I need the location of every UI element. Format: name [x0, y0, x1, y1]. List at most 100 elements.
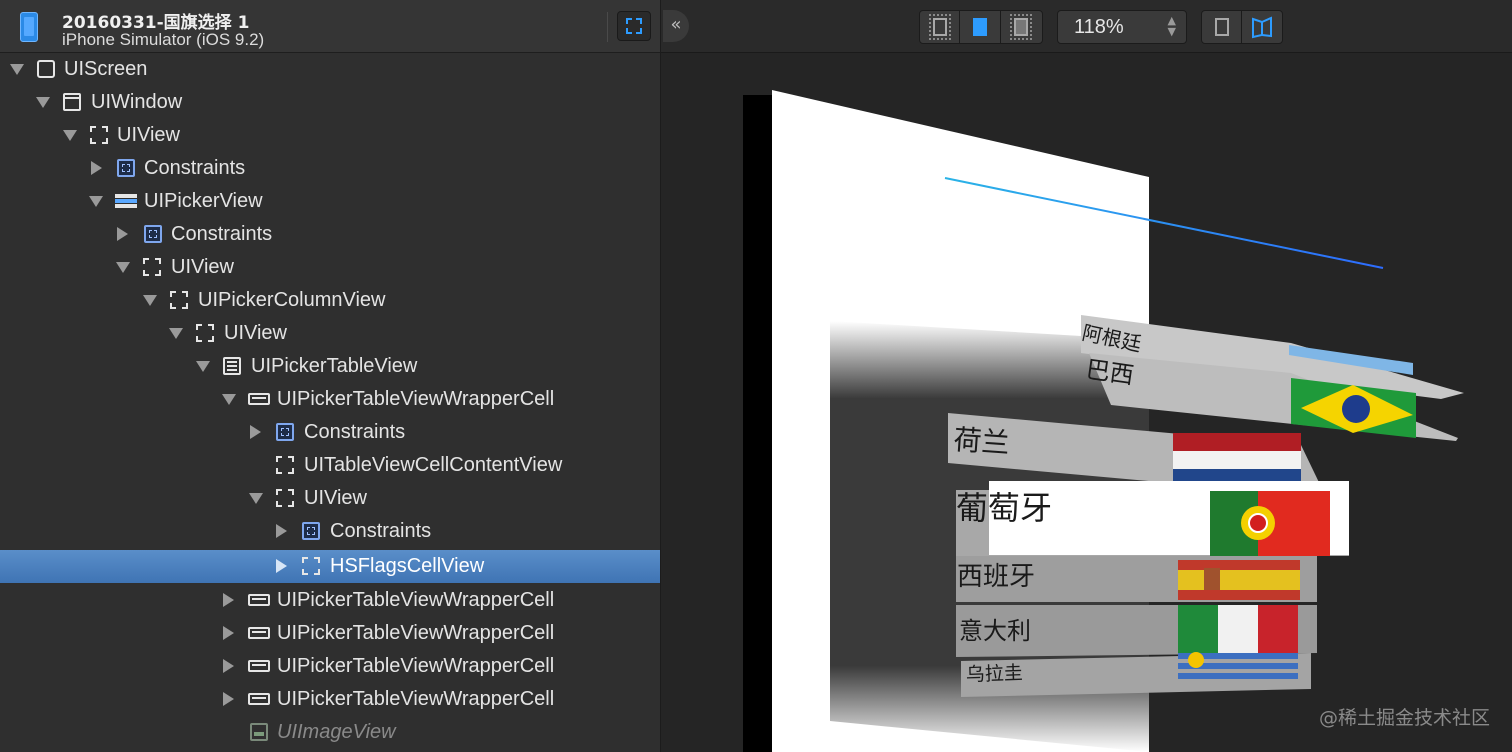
flag-italy-red	[1258, 605, 1298, 653]
tree-row[interactable]: UIView	[0, 482, 660, 515]
flat-view-button[interactable]	[1202, 11, 1243, 43]
flag-netherlands-white	[1173, 451, 1301, 469]
flag-netherlands-red	[1173, 433, 1301, 451]
tree-row[interactable]: UIWindow	[0, 86, 660, 119]
tree-row-label: UIPickerTableView	[251, 355, 418, 377]
tree-row-label: Constraints	[304, 421, 406, 443]
country-label: 西班牙	[957, 562, 1035, 592]
table-cell-icon	[248, 660, 270, 672]
flag-spain-yellow	[1178, 570, 1300, 590]
disclosure-triangle-icon[interactable]	[250, 425, 261, 439]
disclosure-triangle-icon[interactable]	[63, 130, 77, 141]
tree-row[interactable]: UIView	[0, 251, 660, 284]
tree-row[interactable]: UITableViewCellContentView	[0, 449, 660, 482]
disclosure-triangle-icon[interactable]	[249, 493, 263, 504]
tree-row-label: UIPickerTableViewWrapperCell	[277, 655, 555, 677]
tree-row-selected[interactable]: HSFlagsCellView	[0, 550, 660, 583]
tree-row[interactable]: UIPickerTableViewWrapperCell	[0, 383, 660, 416]
3d-view-button[interactable]	[1242, 11, 1282, 43]
tree-row[interactable]: Constraints	[0, 416, 660, 449]
disclosure-triangle-icon[interactable]	[276, 559, 287, 573]
disclosure-triangle-icon[interactable]	[91, 161, 102, 175]
tree-row-label: Constraints	[330, 520, 432, 542]
wireframe-contents-icon	[1010, 14, 1033, 40]
3d-view-canvas[interactable]: 阿根廷 巴西 荷兰 葡萄牙 西班牙 意大利 乌拉圭 @稀土掘金技术社区	[661, 53, 1512, 752]
tree-row-label: UIPickerTableViewWrapperCell	[277, 388, 555, 410]
disclosure-triangle-icon[interactable]	[196, 361, 210, 372]
disclosure-triangle-icon[interactable]	[143, 295, 157, 306]
tree-row[interactable]: UIView	[0, 317, 660, 350]
tree-row[interactable]: UIPickerTableView	[0, 350, 660, 383]
tree-row[interactable]: Constraints	[0, 515, 660, 548]
disclosure-triangle-icon[interactable]	[223, 692, 234, 706]
orientation-segmented-control	[1201, 10, 1283, 44]
disclosure-triangle-icon[interactable]	[223, 659, 234, 673]
tree-row[interactable]: UIPickerTableViewWrapperCell	[0, 584, 660, 617]
tree-row-label: UIView	[224, 322, 287, 344]
tree-row-label: Constraints	[171, 223, 273, 245]
country-label: 乌拉圭	[965, 662, 1023, 686]
disclosure-triangle-icon[interactable]	[169, 328, 183, 339]
view-icon	[196, 324, 214, 342]
tree-row-label: UIScreen	[64, 58, 148, 80]
flag-uruguay-sun	[1188, 652, 1204, 668]
window-layer[interactable]	[743, 95, 773, 752]
tree-row[interactable]: UIPickerTableViewWrapperCell	[0, 617, 660, 650]
tree-row[interactable]: UIPickerTableViewWrapperCell	[0, 683, 660, 716]
country-label: 荷兰	[953, 423, 1011, 460]
image-view-icon	[250, 723, 268, 741]
tree-row-label: UIPickerColumnView	[198, 289, 386, 311]
tree-row[interactable]: UIPickerView	[0, 185, 660, 218]
constraints-icon	[276, 423, 294, 441]
table-cell-icon	[248, 594, 270, 606]
tree-row-label: UIView	[171, 256, 234, 278]
tree-row[interactable]: Constraints	[0, 218, 660, 251]
tree-row[interactable]: UIView	[0, 119, 660, 152]
view-icon	[143, 258, 161, 276]
table-cell-icon	[248, 393, 270, 405]
disclosure-triangle-icon[interactable]	[223, 593, 234, 607]
flag-spain-emblem	[1204, 568, 1220, 590]
country-label: 葡萄牙	[956, 489, 1052, 527]
tree-row[interactable]: UIPickerTableViewWrapperCell	[0, 650, 660, 683]
contents-icon	[973, 18, 988, 36]
tree-row-label: Constraints	[144, 157, 246, 179]
disclosure-triangle-icon[interactable]	[223, 626, 234, 640]
picker-view-icon	[115, 192, 137, 210]
screen-icon	[37, 60, 55, 78]
view-icon	[90, 126, 108, 144]
stepper-arrows-icon[interactable]: ▲ ▼	[1168, 15, 1176, 37]
tree-row[interactable]: Constraints	[0, 152, 660, 185]
zoom-stepper[interactable]: 118% ▲ ▼	[1057, 10, 1187, 44]
disclosure-triangle-icon[interactable]	[89, 196, 103, 207]
contents-mode-button[interactable]	[960, 11, 1001, 43]
view-icon	[276, 456, 294, 474]
tree-row-label: UIPickerTableViewWrapperCell	[277, 622, 555, 644]
disclosure-triangle-icon[interactable]	[222, 394, 236, 405]
view-debugger-canvas-panel: « 118% ▲ ▼ 阿根廷 巴西 荷兰 葡萄牙 西班牙 意大利 乌拉圭 @稀土…	[661, 0, 1512, 752]
tree-row-label: UIPickerTableViewWrapperCell	[277, 589, 555, 611]
view-hierarchy-panel: 20160331-国旗选择 1 iPhone Simulator (iOS 9.…	[0, 0, 661, 752]
disclosure-triangle-icon[interactable]	[10, 64, 24, 75]
window-icon	[63, 93, 81, 111]
disclosure-triangle-icon[interactable]	[276, 524, 287, 538]
collapse-panel-button[interactable]: «	[663, 10, 689, 42]
table-cell-icon	[248, 627, 270, 639]
disclosure-triangle-icon[interactable]	[117, 227, 128, 241]
tree-row-label: UIWindow	[91, 91, 183, 113]
disclosure-triangle-icon[interactable]	[116, 262, 130, 273]
disclosure-triangle-icon[interactable]	[36, 97, 50, 108]
tree-row[interactable]: UIImageView	[0, 716, 660, 749]
constraints-icon	[117, 159, 135, 177]
wireframe-mode-button[interactable]	[920, 11, 961, 43]
tree-row[interactable]: UIPickerColumnView	[0, 284, 660, 317]
canvas-toolbar: « 118% ▲ ▼	[661, 0, 1512, 53]
focus-button[interactable]	[617, 11, 651, 41]
debug-header: 20160331-国旗选择 1 iPhone Simulator (iOS 9.…	[0, 0, 660, 53]
view-mode-segmented-control	[919, 10, 1043, 44]
view-icon	[276, 489, 294, 507]
tree-row[interactable]: UIScreen	[0, 53, 660, 86]
wireframe-contents-mode-button[interactable]	[1001, 11, 1042, 43]
flag-italy-green	[1178, 605, 1218, 653]
divider	[607, 12, 608, 42]
